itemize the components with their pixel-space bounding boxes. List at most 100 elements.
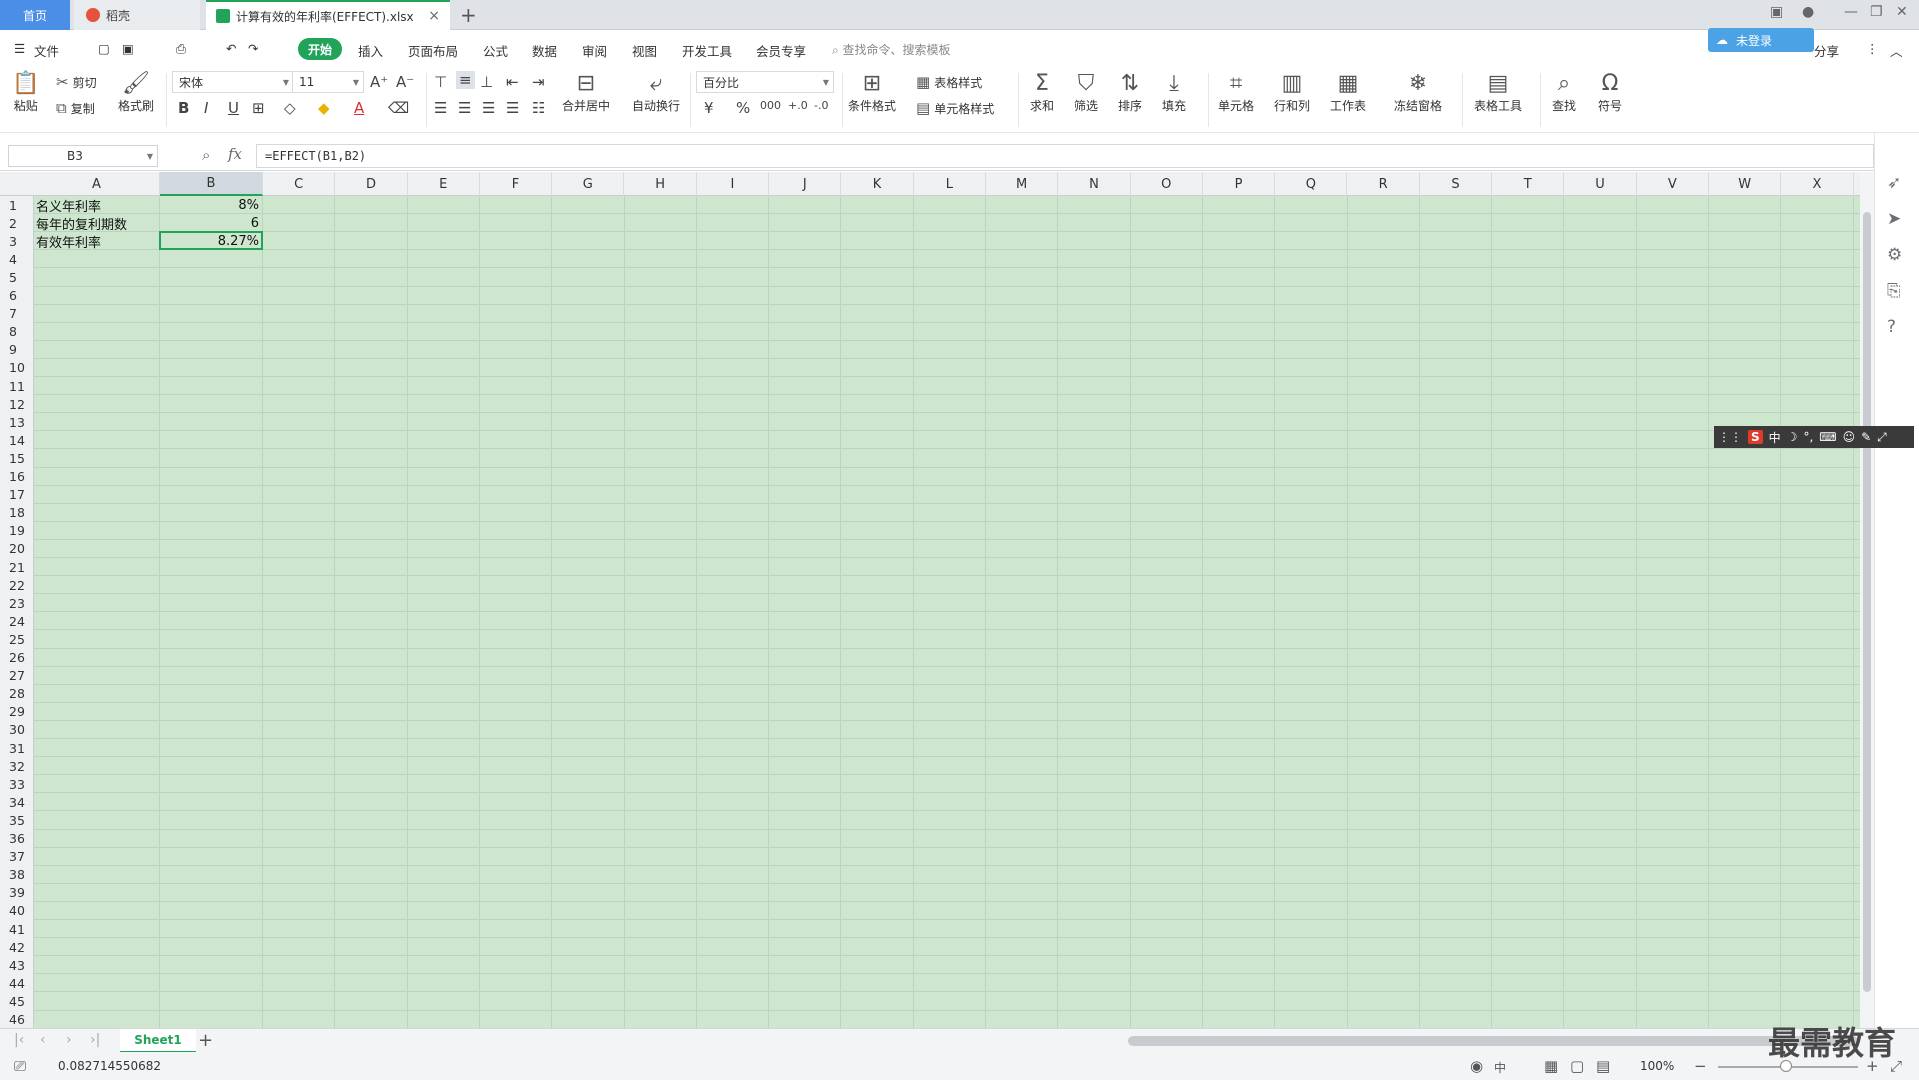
cursor-icon[interactable]: ➤ [1887,209,1901,229]
row-header-29[interactable]: 29 [0,703,34,721]
fill-color-icon[interactable]: ◆ [318,99,330,117]
increase-font-icon[interactable]: A⁺ [370,73,388,91]
ime-toolbar[interactable]: ⋮⋮ S 中 ☽ °, ⌨ ☺ ✎ ⤢ [1714,426,1914,448]
column-header-a[interactable]: A [34,172,160,196]
keyboard-icon[interactable]: ⌨ [1819,430,1836,444]
add-sheet-button[interactable]: + [198,1030,213,1051]
row-header-20[interactable]: 20 [0,540,34,558]
percent-icon[interactable]: % [736,99,750,117]
window-layout-icon[interactable]: ▣ [1770,4,1783,20]
column-header-g[interactable]: G [552,172,625,196]
row-header-9[interactable]: 9 [0,341,34,359]
row-header-16[interactable]: 16 [0,468,34,486]
zoom-formula-icon[interactable]: ⌕ [202,146,210,164]
wrap-text-button[interactable]: ⤶ 自动换行 [632,71,680,114]
vertical-scroll-thumb[interactable] [1863,212,1871,992]
conditional-format-button[interactable]: ⊞ 条件格式 [848,71,896,114]
fill-button[interactable]: ⤓ 填充 [1162,71,1186,114]
normal-view-icon[interactable]: ▦ [1544,1057,1558,1075]
column-header-e[interactable]: E [408,172,480,196]
row-header-11[interactable]: 11 [0,377,34,395]
row-header-6[interactable]: 6 [0,287,34,305]
column-header-h[interactable]: H [625,172,697,196]
print-icon[interactable]: ⎙ [176,41,186,57]
decrease-decimal-icon[interactable]: -.0 [814,99,828,112]
column-header-k[interactable]: K [841,172,914,196]
tab-start[interactable]: 开始 [298,38,342,60]
share-button[interactable]: 分享 [1814,41,1839,60]
row-header-36[interactable]: 36 [0,830,34,848]
eye-protect-icon[interactable]: ◉ [1470,1057,1483,1075]
clear-format-icon[interactable]: ⌫ [388,99,409,117]
border-icon[interactable]: ⊞ [252,99,265,117]
row-header-15[interactable]: 15 [0,449,34,467]
column-header-j[interactable]: J [769,172,842,196]
row-header-44[interactable]: 44 [0,974,34,992]
file-menu[interactable]: 文件 [34,41,59,60]
collapse-ribbon-icon[interactable]: ︿ [1890,41,1903,60]
row-header-5[interactable]: 5 [0,268,34,286]
tab-data[interactable]: 数据 [532,41,557,60]
currency-icon[interactable]: ¥ [704,99,714,117]
tab-developer[interactable]: 开发工具 [682,41,732,60]
align-center-icon[interactable]: ☰ [458,99,471,117]
row-header-23[interactable]: 23 [0,594,34,612]
zoom-level[interactable]: 100% [1640,1059,1674,1073]
hamburger-icon[interactable]: ☰ [14,41,25,56]
thousands-icon[interactable]: 000 [760,99,781,112]
name-box[interactable]: B3 ▼ [8,145,158,167]
copy-button[interactable]: ⧉ 复制 [56,99,95,117]
table-tools-button[interactable]: ▤ 表格工具 [1474,71,1522,114]
row-header-39[interactable]: 39 [0,884,34,902]
column-header-p[interactable]: P [1203,172,1276,196]
punctuation-icon[interactable]: °, [1803,430,1813,444]
row-header-2[interactable]: 2 [0,214,34,232]
row-header-22[interactable]: 22 [0,576,34,594]
last-sheet-icon[interactable]: ›| [90,1032,100,1048]
row-header-3[interactable]: 3 [0,232,34,250]
align-middle-icon[interactable]: ≡ [456,71,475,89]
row-header-31[interactable]: 31 [0,739,34,757]
cell-b1[interactable]: 8% [162,196,263,214]
indent-decrease-icon[interactable]: ⇤ [506,73,519,91]
tab-member[interactable]: 会员专享 [756,41,806,60]
row-header-8[interactable]: 8 [0,323,34,341]
italic-icon[interactable]: I [204,99,208,117]
prev-sheet-icon[interactable]: ‹ [40,1032,46,1048]
row-header-4[interactable]: 4 [0,250,34,268]
row-header-32[interactable]: 32 [0,757,34,775]
column-header-c[interactable]: C [263,172,336,196]
column-header-d[interactable]: D [335,172,408,196]
avatar[interactable]: ● [1802,4,1814,20]
decrease-font-icon[interactable]: A⁻ [396,73,414,91]
settings-sliders-icon[interactable]: ⚙ [1887,245,1902,265]
row-header-25[interactable]: 25 [0,630,34,648]
docer-tab[interactable]: 稻壳 [74,0,200,30]
column-header-m[interactable]: M [986,172,1059,196]
row-header-28[interactable]: 28 [0,685,34,703]
justify-icon[interactable]: ☰ [506,99,519,117]
cell-a1[interactable]: 名义年利率 [36,196,160,215]
increase-decimal-icon[interactable]: +.0 [788,99,808,112]
new-doc-icon[interactable]: ▢ [98,41,110,56]
close-window-icon[interactable]: ✕ [1896,4,1908,20]
close-tab-icon[interactable]: × [428,8,440,24]
new-tab-button[interactable]: + [460,3,477,27]
column-header-b[interactable]: B [160,172,263,196]
align-top-icon[interactable]: ⊤ [434,73,447,91]
ime-status[interactable]: 中 [1494,1059,1506,1076]
align-left-icon[interactable]: ☰ [434,99,447,117]
row-header-34[interactable]: 34 [0,793,34,811]
row-header-38[interactable]: 38 [0,866,34,884]
table-style-button[interactable]: ▦ 表格样式 [916,73,982,91]
page-break-view-icon[interactable]: ▤ [1596,1057,1610,1075]
home-tab[interactable]: 首页 [0,0,70,30]
column-header-l[interactable]: L [914,172,986,196]
row-header-41[interactable]: 41 [0,920,34,938]
row-header-30[interactable]: 30 [0,721,34,739]
user-icon[interactable]: ☺ [1843,430,1856,444]
wrench-icon[interactable]: ✎ [1861,430,1871,444]
column-header-x[interactable]: X [1781,172,1854,196]
moon-icon[interactable]: ☽ [1787,430,1798,444]
font-size-select[interactable]: 11 ▼ [292,71,364,93]
